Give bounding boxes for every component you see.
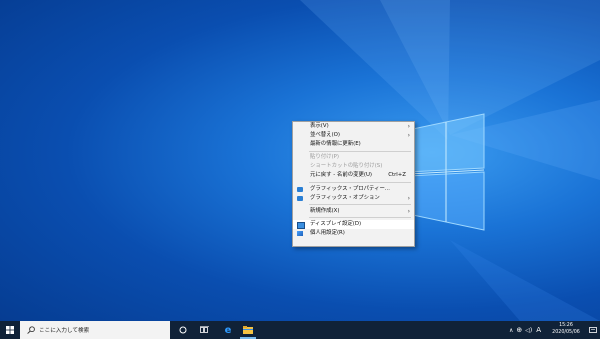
menu-separator xyxy=(309,217,411,219)
notification-center-button[interactable] xyxy=(586,321,600,339)
menu-separator xyxy=(309,204,411,206)
search-box[interactable]: ここに入力して検索 xyxy=(20,321,170,339)
notification-icon xyxy=(589,326,597,333)
menu-item-graphics-options[interactable]: グラフィックス・オプション › xyxy=(293,194,414,203)
intel-graphics-icon xyxy=(297,186,303,192)
network-icon[interactable]: ⊕ xyxy=(516,326,522,334)
volume-icon[interactable]: ◁) xyxy=(525,327,532,334)
system-tray: ∧ ⊕ ◁) A xyxy=(509,321,541,339)
menu-separator xyxy=(309,150,411,152)
chevron-right-icon: › xyxy=(407,194,410,202)
personalize-icon xyxy=(297,230,303,236)
desktop-context-menu: 表示(V) › 並べ替え(O) › 最新の情報に更新(E) 貼り付け(P) ショート… xyxy=(292,121,415,247)
menu-item-undo-rename[interactable]: 元に戻す - 名前の変更(U) Ctrl+Z xyxy=(293,171,414,180)
clock-date: 2020/05/06 xyxy=(552,329,580,335)
chevron-right-icon: › xyxy=(407,207,410,215)
shortcut-label: Ctrl+Z xyxy=(388,172,406,179)
intel-graphics-icon xyxy=(297,195,303,201)
ime-indicator[interactable]: A xyxy=(536,326,541,334)
chevron-up-icon[interactable]: ∧ xyxy=(509,327,513,334)
chevron-right-icon: › xyxy=(407,123,410,130)
menu-item-paste-shortcut: ショートカットの貼り付け(S) xyxy=(310,163,383,170)
menu-item-display-settings[interactable]: ディスプレイ設定(D) xyxy=(293,219,414,229)
menu-item-graphics-properties[interactable]: グラフィックス・プロパティー... xyxy=(293,185,414,194)
clock[interactable]: 15:26 2020/05/06 xyxy=(548,323,584,336)
display-settings-icon xyxy=(297,221,305,229)
edge-icon: e xyxy=(224,324,232,336)
chevron-right-icon: › xyxy=(407,132,410,140)
folder-icon xyxy=(243,326,253,334)
start-button[interactable] xyxy=(0,321,20,339)
windows-start-icon xyxy=(6,326,14,334)
edge-browser-button[interactable]: e xyxy=(220,321,236,339)
search-icon xyxy=(27,326,35,334)
cortana-icon xyxy=(179,326,187,334)
windows-wallpaper-logo xyxy=(408,113,485,231)
menu-item-personalize[interactable]: 個人用設定(R) xyxy=(293,229,414,238)
taskbar: ここに入力して検索 e ∧ ⊕ ◁) A 15:26 2020/05/06 xyxy=(0,321,600,339)
menu-item-sort-by[interactable]: 並べ替え(O) › xyxy=(293,131,414,140)
menu-item-paste: 貼り付け(P) xyxy=(310,154,340,161)
menu-item-new[interactable]: 新規作成(X) › xyxy=(293,207,414,216)
task-view-button[interactable] xyxy=(196,321,212,339)
task-view-icon xyxy=(199,326,209,333)
menu-item-view[interactable]: 表示(V) › xyxy=(293,122,414,131)
search-placeholder: ここに入力して検索 xyxy=(39,328,90,334)
cortana-button[interactable] xyxy=(176,321,190,339)
menu-item-refresh[interactable]: 最新の情報に更新(E) xyxy=(293,140,414,149)
menu-separator xyxy=(309,182,411,184)
